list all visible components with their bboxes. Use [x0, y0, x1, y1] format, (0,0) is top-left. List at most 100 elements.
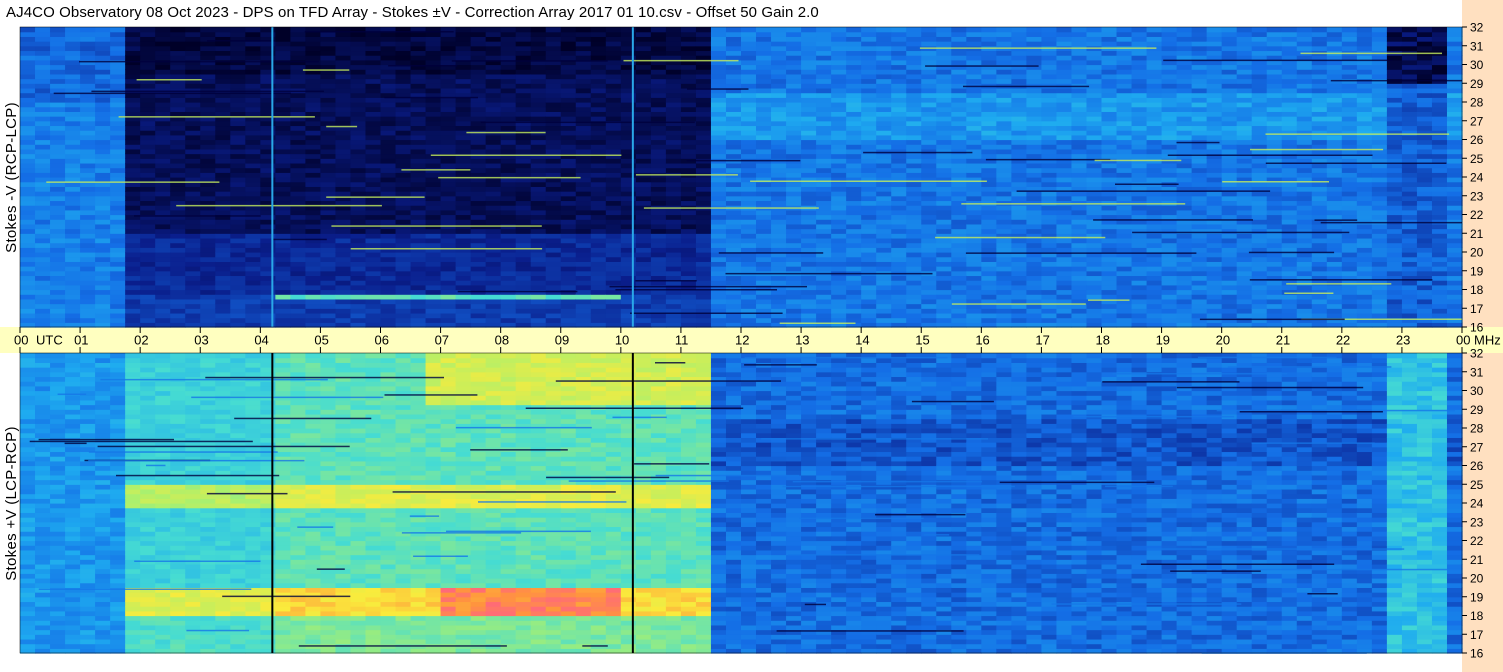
heat-cell	[665, 55, 682, 61]
heat-cell	[936, 261, 952, 267]
heat-cell	[125, 261, 141, 267]
heat-cell	[996, 153, 1012, 159]
heat-cell	[170, 139, 186, 145]
heat-cell	[966, 256, 982, 262]
heat-cell	[395, 303, 412, 309]
heat-cell	[485, 111, 502, 117]
heat-cell	[485, 266, 502, 272]
heat-cell	[500, 270, 517, 277]
heat-cell	[590, 195, 607, 202]
heat-cell	[771, 214, 787, 220]
heat-cell	[530, 209, 547, 216]
heat-cell	[966, 317, 982, 323]
heat-cell	[350, 177, 367, 183]
heat-cell	[1131, 167, 1148, 173]
heat-cell	[380, 209, 397, 216]
heat-cell	[410, 148, 427, 155]
heat-cell	[1056, 139, 1073, 145]
heat-cell	[756, 125, 772, 131]
heat-cell	[50, 97, 66, 103]
heat-cell	[921, 186, 937, 192]
heat-cell	[320, 97, 337, 103]
heat-cell	[680, 167, 697, 173]
heat-cell	[500, 261, 517, 267]
heat-cell	[1176, 312, 1193, 319]
heat-cell	[921, 172, 937, 178]
heat-cell	[470, 237, 487, 244]
heat-cell	[951, 266, 967, 272]
heat-cell	[20, 280, 36, 286]
heat-cell	[590, 294, 607, 300]
heat-cell	[665, 134, 682, 141]
heat-cell	[365, 69, 382, 75]
heat-cell	[545, 92, 562, 98]
heat-cell	[1056, 27, 1073, 33]
heat-cell	[1176, 106, 1193, 112]
heat-cell	[831, 158, 847, 164]
heat-cell	[545, 261, 562, 267]
heat-cell	[335, 312, 352, 319]
heat-cell	[380, 172, 397, 178]
heat-cell	[200, 172, 216, 178]
heat-cell	[560, 167, 577, 173]
heat-cell	[1056, 41, 1073, 47]
heat-cell	[801, 256, 817, 262]
heat-cell	[500, 78, 517, 84]
heat-cell	[891, 158, 907, 164]
heat-cell	[1161, 205, 1178, 211]
heat-cell	[20, 303, 36, 309]
heat-cell	[470, 186, 487, 192]
heat-cell	[891, 31, 907, 37]
heat-cell	[1086, 144, 1103, 150]
heat-cell	[1086, 27, 1103, 33]
heat-cell	[320, 228, 337, 234]
heat-cell	[590, 191, 607, 197]
heat-cell	[230, 308, 246, 314]
heat-cell	[1131, 78, 1148, 84]
heat-cell	[756, 130, 772, 136]
heat-cell	[275, 209, 291, 216]
heat-cell	[200, 162, 216, 169]
heat-cell	[485, 195, 502, 202]
heat-cell	[395, 125, 412, 131]
heat-cell	[515, 298, 532, 305]
heat-cell	[185, 50, 201, 56]
heat-cell	[665, 125, 682, 131]
heat-cell	[80, 139, 96, 145]
heat-cell	[906, 284, 922, 291]
heat-cell	[485, 298, 502, 305]
heat-cell	[650, 242, 667, 248]
heat-cell	[425, 270, 442, 277]
heat-cell	[155, 27, 171, 33]
heat-cell	[741, 73, 757, 80]
heat-cell	[1146, 247, 1163, 253]
heat-cell	[786, 289, 802, 295]
heat-cell	[425, 191, 442, 197]
heat-cell	[575, 303, 592, 309]
heat-cell	[1041, 139, 1058, 145]
heat-cell	[936, 181, 952, 187]
heat-cell	[936, 83, 952, 89]
heat-cell	[410, 36, 427, 42]
heat-cell	[620, 177, 637, 183]
heat-cell	[365, 256, 382, 262]
heat-cell	[921, 102, 937, 108]
heat-cell	[530, 280, 547, 286]
heat-cell	[380, 162, 397, 169]
heat-cell	[95, 280, 111, 286]
heat-cell	[530, 78, 547, 84]
heat-cell	[245, 172, 261, 178]
heat-cell	[951, 317, 967, 323]
heat-cell	[1011, 139, 1027, 145]
heat-cell	[95, 303, 111, 309]
heat-cell	[545, 83, 562, 89]
heat-cell	[1056, 237, 1073, 244]
heat-cell	[245, 228, 261, 234]
heat-cell	[1131, 317, 1148, 323]
heat-cell	[771, 41, 787, 47]
heat-cell	[846, 92, 862, 98]
heat-cell	[485, 50, 502, 56]
heat-cell	[320, 41, 337, 47]
heat-cell	[365, 111, 382, 117]
heat-cell	[1116, 148, 1133, 155]
